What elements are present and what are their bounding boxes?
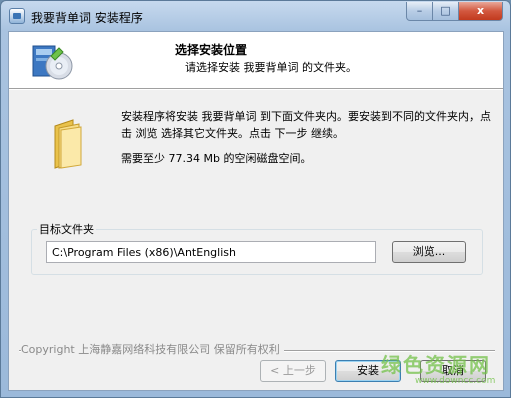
maximize-button[interactable]: □ xyxy=(432,2,459,21)
destination-group-label: 目标文件夹 xyxy=(37,221,96,237)
page-subtitle: 请选择安装 我要背单词 的文件夹。 xyxy=(185,61,357,74)
title-bar[interactable]: 我要背单词 安装程序 – □ x xyxy=(1,1,510,31)
installer-window: 我要背单词 安装程序 – □ x 选择安装位置 请选择安装 我要背单词 的文件夹… xyxy=(0,0,511,398)
dialog-client-area: 选择安装位置 请选择安装 我要背单词 的文件夹。 安装程序将安装 我要背单词 到… xyxy=(8,31,504,391)
page-title: 选择安装位置 xyxy=(175,43,248,57)
copyright-text: Copyright 上海静嘉网络科技有限公司 保留所有权利 xyxy=(21,341,284,357)
close-button[interactable]: x xyxy=(458,2,503,21)
install-description: 安装程序将安装 我要背单词 到下面文件夹内。要安装到不同的文件夹内，点击 浏览 … xyxy=(121,110,491,140)
install-button[interactable]: 安装 xyxy=(335,360,401,382)
wizard-header: 选择安装位置 请选择安装 我要背单词 的文件夹。 xyxy=(9,32,503,90)
setup-cd-box-icon xyxy=(32,45,73,80)
back-button[interactable]: < 上一步 xyxy=(260,360,326,382)
disk-space-required: 需要至少 77.34 Mb 的空闲磁盘空间。 xyxy=(121,152,312,165)
folder-icon xyxy=(54,119,82,169)
browse-button[interactable]: 浏览... xyxy=(392,241,466,263)
cancel-button[interactable]: 取消 xyxy=(420,360,486,382)
window-title: 我要背单词 安装程序 xyxy=(31,11,143,25)
installer-app-icon xyxy=(9,8,25,24)
destination-path-input[interactable] xyxy=(46,241,376,263)
minimize-button[interactable]: – xyxy=(406,2,433,21)
